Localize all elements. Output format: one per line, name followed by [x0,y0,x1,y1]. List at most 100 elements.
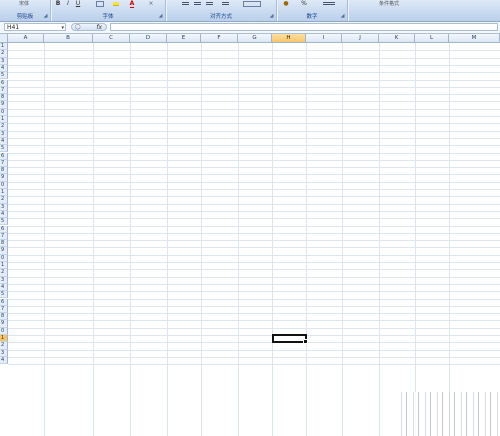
column-header-h[interactable]: H [272,34,306,43]
border-button[interactable] [95,0,105,8]
row-header[interactable]: 2 [0,269,8,277]
grid-hline [8,342,500,344]
align-center-button[interactable] [192,0,202,8]
fill-color-button[interactable] [111,0,121,8]
paste-small-button[interactable]: 宋体 [14,0,34,8]
row-header[interactable]: 7 [0,232,8,241]
grid-hline [8,108,500,110]
name-box-dropdown-icon[interactable]: ▾ [61,24,64,32]
row-header[interactable]: 5 [0,291,8,299]
spreadsheet-window: 宋体 剪贴板 ◢ B I U A ⨯ 字体 ◢ 对齐方式 ◢ ● % 数字 ◢ … [0,0,500,436]
number-group: ● % 数字 ◢ [277,0,347,21]
select-all-corner[interactable] [0,34,8,43]
number-launcher-icon[interactable]: ◢ [340,14,345,19]
clipboard-group: 宋体 剪贴板 ◢ [0,0,50,21]
column-header-k[interactable]: K [379,34,415,43]
row-header[interactable]: 1 [0,116,8,124]
row-header[interactable]: 4 [0,137,8,146]
font-color-button[interactable]: A [127,0,137,8]
fill-handle[interactable] [303,339,308,345]
row-header[interactable]: 6 [0,79,8,87]
indent-button[interactable] [220,0,230,8]
align-right-button[interactable] [204,0,214,8]
currency-button[interactable]: ● [281,0,291,8]
row-header[interactable]: 9 [0,174,8,182]
percent-button[interactable]: % [299,0,309,8]
align-left-button[interactable] [180,0,190,8]
clipboard-launcher-icon[interactable]: ◢ [43,14,48,19]
column-header-g[interactable]: G [238,34,272,43]
column-header-d[interactable]: D [130,34,167,43]
grid-hline [8,159,500,161]
row-header[interactable]: 8 [0,313,8,321]
row-header[interactable]: 1 [0,189,8,197]
column-header-l[interactable]: L [415,34,449,43]
column-header-a[interactable]: A [8,34,44,43]
row-header[interactable]: 2 [0,196,8,204]
row-header[interactable]: 6 [0,152,8,160]
grid-hline [8,218,500,220]
row-header[interactable]: 0 [0,327,8,335]
active-cell[interactable] [272,334,308,345]
underline-button[interactable]: U [74,0,82,8]
row-header[interactable]: 2 [0,123,8,131]
align-right-icon [205,2,213,6]
italic-button[interactable]: I [64,0,72,8]
font-launcher-icon[interactable]: ◢ [158,14,163,19]
row-header[interactable]: 0 [0,108,8,116]
formula-input[interactable] [110,23,498,31]
decimal-button[interactable] [321,0,337,8]
row-header[interactable]: 3 [0,349,8,357]
column-header-c[interactable]: C [93,34,130,43]
align-left-icon [181,2,189,6]
row-header[interactable]: 6 [0,298,8,306]
row-header[interactable]: 7 [0,86,8,95]
row-header[interactable]: 4 [0,283,8,292]
row-header[interactable]: 1 [0,335,8,343]
row-header[interactable]: 9 [0,247,8,255]
row-header[interactable]: 1 [0,262,8,270]
row-header[interactable]: 3 [0,276,8,284]
grid-hline [8,327,500,329]
row-header[interactable]: 7 [0,305,8,314]
row-header[interactable]: 5 [0,218,8,226]
column-header-m[interactable]: M [449,34,500,43]
row-header[interactable]: 3 [0,130,8,138]
row-header[interactable]: 9 [0,101,8,109]
grid-hline [8,189,500,190]
grid-hline [8,64,500,66]
merge-center-button[interactable] [238,0,266,8]
column-header-e[interactable]: E [167,34,201,43]
row-header[interactable]: 9 [0,320,8,328]
conditional-format-button[interactable]: 条件格式 [374,0,404,8]
row-header[interactable]: 5 [0,72,8,80]
row-header[interactable]: 0 [0,254,8,262]
row-header[interactable]: 4 [0,64,8,73]
column-header-j[interactable]: J [342,34,379,43]
row-header[interactable]: 2 [0,50,8,58]
expand-circle-icon[interactable]: ◯ [75,24,81,31]
row-header[interactable]: 4 [0,356,8,365]
alignment-launcher-icon[interactable]: ◢ [269,14,274,19]
row-header[interactable]: 8 [0,94,8,102]
row-header[interactable]: 2 [0,342,8,350]
row-header[interactable]: 4 [0,210,8,219]
bold-button[interactable]: B [54,0,62,8]
row-header[interactable]: 3 [0,57,8,65]
grid-hline [8,116,500,117]
row-header[interactable]: 6 [0,225,8,233]
grid-hline [8,210,500,212]
name-box[interactable]: H41 ▾ [4,23,66,31]
row-header[interactable]: 5 [0,145,8,153]
row-header[interactable]: 8 [0,240,8,248]
insert-function-button[interactable]: fx [96,24,102,31]
row-header[interactable]: 8 [0,167,8,175]
column-header-i[interactable]: I [306,34,342,43]
column-header-f[interactable]: F [201,34,238,43]
column-header-b[interactable]: B [44,34,93,43]
row-header[interactable]: 1 [0,43,8,51]
strike-icon[interactable]: ⨯ [147,0,155,8]
row-header[interactable]: 7 [0,159,8,168]
row-header[interactable]: 3 [0,203,8,211]
row-header[interactable]: 0 [0,181,8,189]
